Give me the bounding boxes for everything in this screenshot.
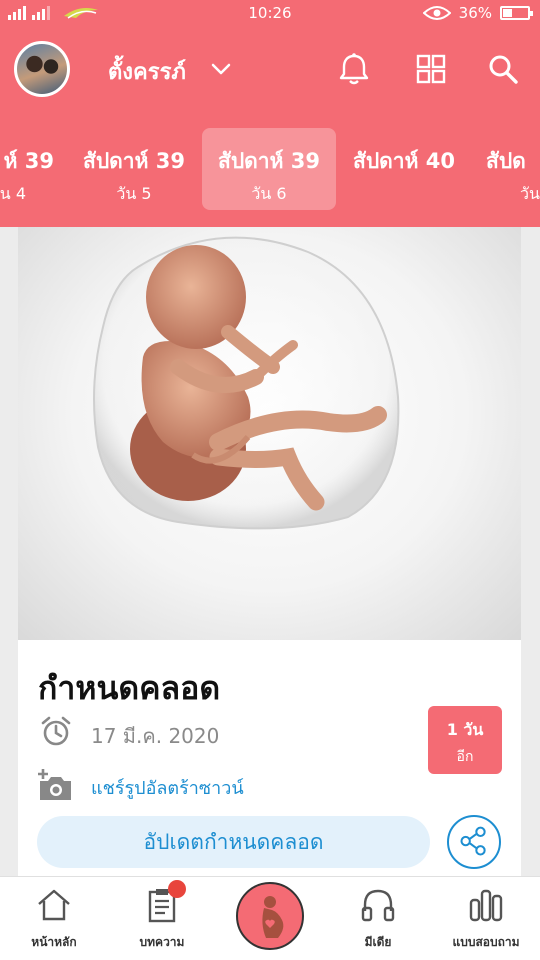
week-tab-day: วัน 5: [116, 184, 152, 203]
alarm-clock-icon: [41, 716, 71, 746]
status-bar: 10:26 36%: [0, 0, 540, 28]
week-tab-day: น 4: [0, 184, 26, 203]
week-tab[interactable]: สัปดาห์ 39 วัน 5: [67, 128, 201, 210]
week-tab[interactable]: สัปด วัน: [472, 128, 540, 210]
week-tab-selected[interactable]: สัปดาห์ 39 วัน 6: [202, 128, 336, 210]
home-icon: [38, 889, 70, 921]
app-bar: ตั้งครรภ์: [0, 28, 540, 112]
app-header: 10:26 36% ตั้งครรภ์ ห์ 39 น 4 สัปดาห์ 39…: [0, 0, 540, 227]
share-ultrasound-link[interactable]: แชร์รูปอัลตร้าซาวน์: [91, 773, 244, 802]
nav-poll-label: แบบสอบถาม: [452, 935, 520, 949]
week-tab-week: สัปดาห์ 39: [83, 149, 185, 173]
nav-articles-label: บทความ: [139, 935, 185, 949]
days-left-value: 1 วัน: [446, 720, 484, 739]
week-tab[interactable]: สัปดาห์ 40: [337, 128, 471, 210]
nav-home-label: หน้าหลัก: [31, 935, 77, 949]
week-tab-week: ห์ 39: [3, 149, 54, 173]
battery-percent: 36%: [458, 4, 492, 22]
nav-media[interactable]: มีเดีย: [324, 877, 432, 960]
grid-menu-icon[interactable]: [414, 52, 448, 86]
share-icon[interactable]: [447, 815, 501, 869]
battery-icon: [500, 6, 533, 20]
notification-badge: [168, 880, 186, 898]
nav-home[interactable]: หน้าหลัก: [0, 877, 108, 960]
week-tab-day: วัน: [520, 184, 540, 203]
days-left-suffix: อีก: [456, 749, 474, 765]
avatar[interactable]: [14, 41, 70, 97]
week-tab[interactable]: ห์ 39 น 4: [0, 128, 66, 210]
profile-name[interactable]: ตั้งครรภ์: [108, 54, 186, 89]
nav-articles[interactable]: บทความ: [108, 877, 216, 960]
fetus-illustration: [18, 227, 521, 640]
week-tab-week: สัปดาห์ 40: [353, 149, 455, 173]
add-photo-icon[interactable]: [36, 767, 74, 803]
eye-comfort-icon: [422, 6, 451, 20]
days-left-badge: 1 วัน อีก: [428, 706, 502, 774]
chevron-down-icon[interactable]: [210, 58, 232, 80]
headphones-icon: [361, 889, 395, 922]
poll-icon: [469, 889, 503, 922]
nav-poll[interactable]: แบบสอบถาม: [432, 877, 540, 960]
week-tab-week: สัปดาห์ 39: [218, 149, 320, 173]
due-date-title: กำหนดคลอด: [38, 669, 221, 707]
search-icon[interactable]: [486, 52, 520, 86]
week-tab-day: วัน 6: [251, 184, 287, 203]
due-date-card: กำหนดคลอด 17 มี.ค. 2020 1 วัน อีก แชร์รู…: [18, 227, 521, 877]
pregnancy-center-button[interactable]: [236, 882, 304, 950]
bell-icon[interactable]: [337, 52, 371, 86]
update-due-date-button[interactable]: อัปเดตกำหนดคลอด: [37, 816, 430, 868]
week-tabs: ห์ 39 น 4 สัปดาห์ 39 วัน 5 สัปดาห์ 39 วั…: [0, 128, 540, 210]
week-tab-week: สัปด: [486, 149, 526, 173]
due-date-value: 17 มี.ค. 2020: [91, 724, 220, 748]
nav-media-label: มีเดีย: [364, 935, 392, 949]
pregnancy-icon: [262, 896, 284, 938]
status-right: 36%: [422, 4, 533, 22]
